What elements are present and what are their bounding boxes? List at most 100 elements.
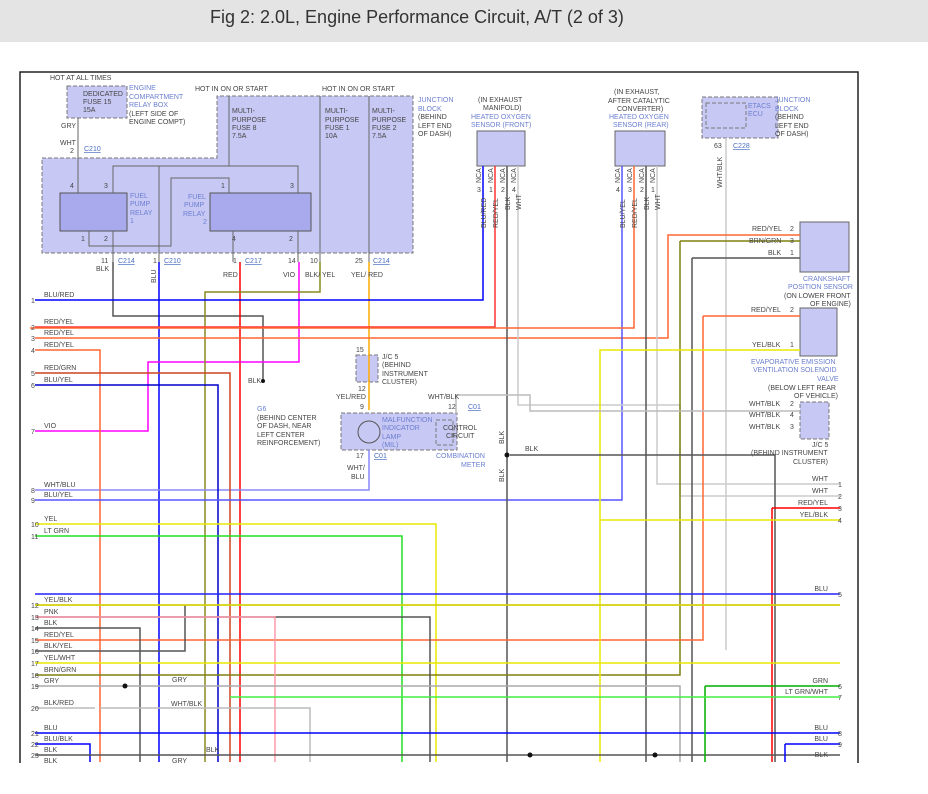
- o2-sensor-front: [476, 130, 526, 167]
- fuel-pump-relay-2: [209, 192, 312, 232]
- row-number: 9: [31, 498, 35, 505]
- wire-color-label: GRY: [44, 678, 59, 685]
- row-number: 22: [31, 742, 39, 749]
- row-number: 1: [838, 482, 842, 489]
- label: OF DASH, NEAR: [257, 423, 311, 430]
- label: (BEHIND INSTRUMENT: [751, 450, 828, 457]
- wire-color-label: BLU/BLK: [44, 736, 73, 743]
- wire-color-label: GRN: [812, 678, 828, 685]
- label: VENTILATION SOLENOID: [753, 367, 837, 374]
- label: 11: [101, 258, 108, 265]
- row-number: 18: [31, 673, 39, 680]
- label: MULTI-: [232, 108, 255, 115]
- label: J/C 5: [812, 442, 828, 449]
- label: WHT/BLK: [428, 394, 459, 401]
- label: PURPOSE: [372, 117, 407, 124]
- label: BLU/YEL: [620, 199, 627, 228]
- wire-color-label: BLK: [44, 747, 58, 754]
- row-number: 6: [31, 383, 35, 390]
- splice-dot: [122, 683, 128, 689]
- wire-color-label: YEL/BLK: [800, 512, 829, 519]
- label: RED/YEL: [751, 307, 781, 314]
- pin-label: 4: [512, 187, 516, 194]
- pin-label: 3: [477, 187, 481, 194]
- wire-color-label: RED/YEL: [798, 500, 828, 507]
- row-number: 1: [31, 298, 35, 305]
- label: CONTROL: [443, 425, 477, 432]
- label: CRANKSHAFT: [803, 276, 851, 283]
- label: CIRCUIT: [446, 433, 475, 440]
- label: PURPOSE: [325, 117, 360, 124]
- label: DEDICATED: [83, 91, 123, 98]
- label: 3: [104, 183, 108, 190]
- label: YEL/BLK: [752, 342, 781, 349]
- label: RED: [223, 272, 238, 279]
- label: WHT: [516, 193, 523, 210]
- row-number: 10: [31, 522, 39, 529]
- row-number: 14: [31, 626, 39, 633]
- label: MALFUNCTION: [382, 417, 433, 424]
- label: GRY: [61, 123, 76, 130]
- label: J/C 5: [382, 354, 398, 361]
- row-number: 4: [31, 348, 35, 355]
- wire-color-label: RED/YEL: [44, 330, 74, 337]
- wire-color-label: WHT/BLU: [44, 482, 76, 489]
- label: FUSE 1: [325, 125, 350, 132]
- row-number: 23: [31, 753, 39, 760]
- label: RELAY: [130, 210, 153, 217]
- label: BLU: [351, 474, 365, 481]
- row-number: 17: [31, 661, 39, 668]
- jc5-right: [799, 401, 830, 440]
- label: (MIL): [382, 442, 398, 449]
- label: RED/YEL: [632, 198, 639, 228]
- wire-color-label: RED/YEL: [44, 632, 74, 639]
- splice-dot: [527, 752, 533, 758]
- label: BLK: [505, 196, 512, 210]
- label: JUNCTION: [418, 97, 453, 104]
- label: BLK: [96, 266, 110, 273]
- label: CLUSTER): [793, 459, 828, 466]
- wire-color-label: WHT: [812, 488, 829, 495]
- wire-color-label: BLU: [44, 725, 58, 732]
- ground-icon: [261, 379, 265, 383]
- label: JUNCTION: [775, 97, 810, 104]
- connector-label: C228: [733, 143, 750, 150]
- wire-color-label: VIO: [44, 423, 57, 430]
- bottom-cut: [0, 763, 928, 794]
- label: 4: [790, 412, 794, 419]
- label: METER: [461, 462, 486, 469]
- label: 2: [790, 307, 794, 314]
- label: REINFORCEMENT): [257, 440, 320, 447]
- label: BLK: [499, 430, 506, 444]
- row-number: 12: [31, 603, 39, 610]
- label: 9: [360, 404, 364, 411]
- label: BLK: [525, 446, 539, 453]
- label: CONVERTER): [617, 106, 663, 113]
- wire-color-label: BLU: [814, 586, 828, 593]
- wire-color-label: BRN/GRN: [44, 667, 76, 674]
- label: BLK/ YEL: [305, 272, 335, 279]
- label: OF DASH): [775, 131, 808, 138]
- wire-color-label: LT GRN/WHT: [785, 689, 829, 696]
- pin-label: 2: [501, 187, 505, 194]
- pin-label: 1: [489, 187, 493, 194]
- row-number: 11: [31, 534, 38, 541]
- label: 2: [104, 236, 108, 243]
- label: 1: [790, 342, 794, 349]
- label: 7.5A: [372, 133, 387, 140]
- wire-color-label: YEL/WHT: [44, 655, 76, 662]
- label: (IN EXHAUST,: [614, 89, 660, 96]
- label: VIO: [283, 272, 296, 279]
- row-number: 7: [31, 429, 35, 436]
- label: 1: [790, 250, 794, 257]
- nca-label: NCA: [650, 168, 657, 183]
- label: 4: [70, 183, 74, 190]
- label: RELAY BOX: [129, 102, 168, 109]
- nca-label: NCA: [488, 168, 495, 183]
- pin-label: 4: [616, 187, 620, 194]
- label: HOT IN ON OR START: [322, 86, 395, 93]
- wire-color-label: BLK: [44, 758, 58, 765]
- row-number: 7: [838, 695, 842, 702]
- label: BLU/RED: [481, 198, 488, 228]
- label: VALVE: [817, 376, 839, 383]
